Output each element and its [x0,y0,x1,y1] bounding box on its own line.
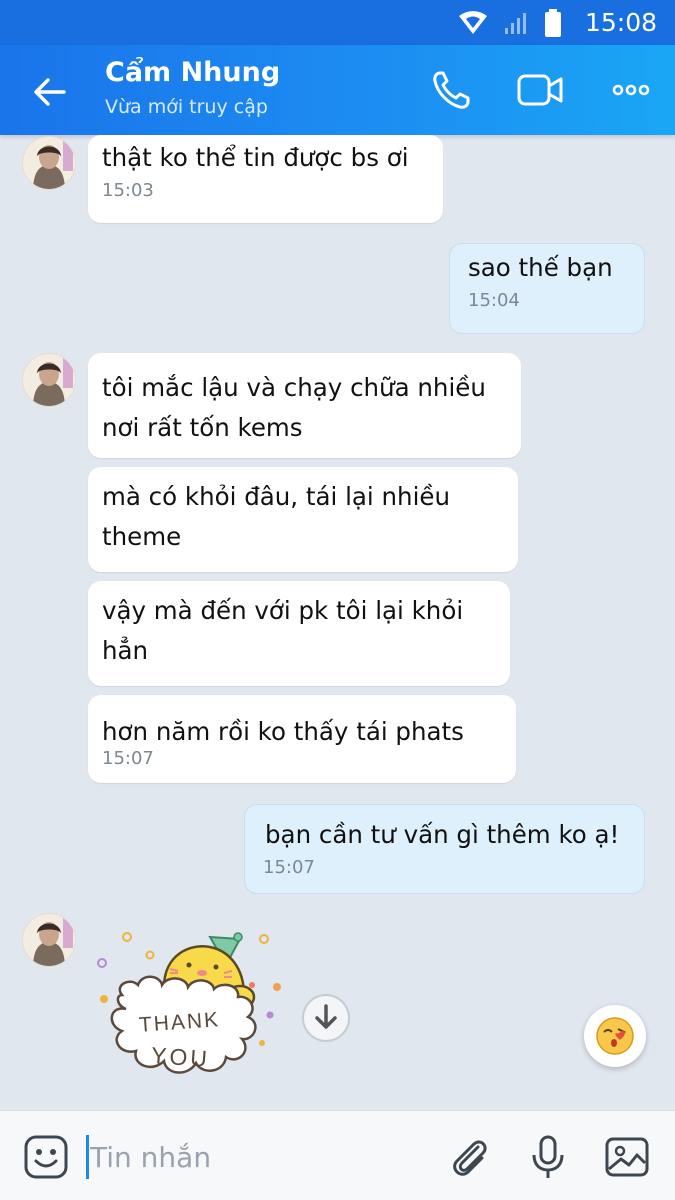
avatar[interactable] [22,913,76,967]
message-bubble[interactable]: hơn năm rồi ko thấy tái phats 15:07 [88,695,516,783]
chat-header: Cẩm Nhung Vừa mới truy cập [0,45,675,135]
message-bubble[interactable]: vậy mà đến với pk tôi lại khỏi hẳn [88,581,510,686]
message-text: thật ko thể tin được bs ơi [102,143,409,172]
message-composer [0,1110,675,1200]
status-bar: 15:08 [0,0,675,45]
microphone-icon[interactable] [524,1133,572,1181]
back-arrow-icon[interactable] [28,70,72,114]
video-call-icon[interactable] [515,67,565,113]
message-bubble[interactable]: mà có khỏi đâu, tái lại nhiều theme [88,467,518,572]
status-icons [457,8,563,38]
message-text: sao thế bạn [468,253,613,282]
signal-icon [505,13,526,34]
sticker-icon[interactable] [22,1133,70,1181]
message-text: bạn cần tư vấn gì thêm ko ạ! [265,820,620,849]
message-text: tôi mắc lậu và chạy chữa nhiều nơi rất t… [102,373,486,442]
chat-area[interactable]: thật ko thể tin được bs ơi 15:03 sao thế… [0,135,675,1110]
message-time: 15:04 [468,290,520,311]
message-bubble[interactable]: bạn cần tư vấn gì thêm ko ạ! 15:07 [244,804,645,894]
wifi-icon [459,11,487,34]
message-bubble[interactable]: sao thế bạn 15:04 [449,243,645,334]
battery-icon [545,9,561,37]
avatar[interactable] [22,353,76,407]
message-text: mà có khỏi đâu, tái lại nhiều theme [102,482,450,551]
message-bubble[interactable]: thật ko thể tin được bs ơi 15:03 [88,135,443,223]
avatar-image [23,137,75,189]
scroll-down-button[interactable] [302,994,350,1042]
message-bubble[interactable]: tôi mắc lậu và chạy chữa nhiều nơi rất t… [88,353,521,458]
attachment-icon[interactable] [446,1133,494,1181]
sticker-text-line2: YOU [150,1042,211,1072]
message-text: hơn năm rồi ko thấy tái phats [102,717,464,746]
emoji-reaction-button[interactable] [584,1005,646,1067]
message-time: 15:03 [102,180,154,201]
thank-you-sticker[interactable]: THANK YOU [92,925,292,1105]
contact-status: Vừa mới truy cập [105,96,268,118]
text-cursor [86,1135,89,1179]
message-time: 15:07 [263,857,315,878]
avatar-image [23,914,75,966]
avatar-image [23,354,75,406]
contact-name[interactable]: Cẩm Nhung [105,57,280,88]
avatar[interactable] [22,136,76,190]
arrow-down-icon [315,1004,337,1029]
message-text: vậy mà đến với pk tôi lại khỏi hẳn [102,596,464,665]
status-time: 15:08 [584,8,657,37]
message-input[interactable] [90,1135,430,1179]
image-icon[interactable] [603,1133,651,1181]
phone-icon[interactable] [428,67,478,113]
kiss-emoji-icon [596,1017,634,1055]
more-icon[interactable] [608,67,658,113]
